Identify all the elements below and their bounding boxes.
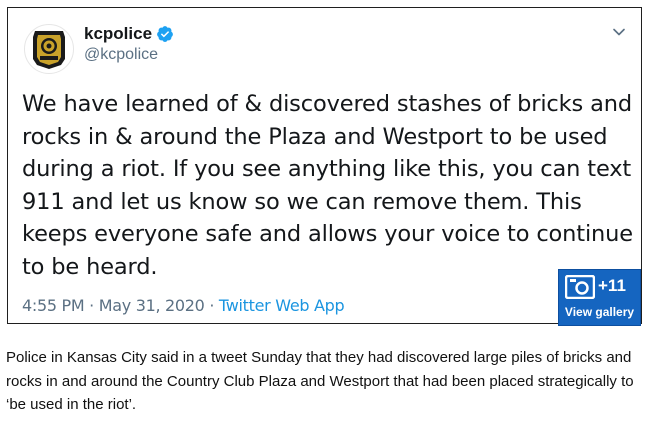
gallery-count: +11	[598, 276, 626, 295]
verified-badge-icon	[157, 26, 173, 42]
tweet-text: We have learned of & discovered stashes …	[22, 91, 633, 280]
tweet-time[interactable]: 4:55 PM	[22, 296, 85, 315]
tweet-source[interactable]: Twitter Web App	[219, 296, 345, 315]
tweet-meta: 4:55 PM · May 31, 2020 · Twitter Web App	[22, 296, 345, 315]
meta-separator: ·	[204, 296, 219, 315]
handle[interactable]: @kcpolice	[84, 46, 158, 64]
tweet-card: kcpolice @kcpolice We have learned of & …	[7, 7, 642, 326]
view-gallery-button[interactable]: +11 View gallery	[558, 269, 641, 326]
police-badge-logo	[33, 31, 65, 69]
avatar[interactable]	[24, 24, 74, 74]
display-name[interactable]: kcpolice	[84, 24, 152, 44]
tweet-date[interactable]: May 31, 2020	[99, 296, 205, 315]
article-caption: Police in Kansas City said in a tweet Su…	[6, 349, 634, 413]
gallery-label: View gallery	[564, 305, 635, 319]
chevron-down-icon[interactable]	[609, 22, 629, 42]
meta-separator: ·	[84, 296, 99, 315]
camera-icon	[565, 275, 595, 299]
